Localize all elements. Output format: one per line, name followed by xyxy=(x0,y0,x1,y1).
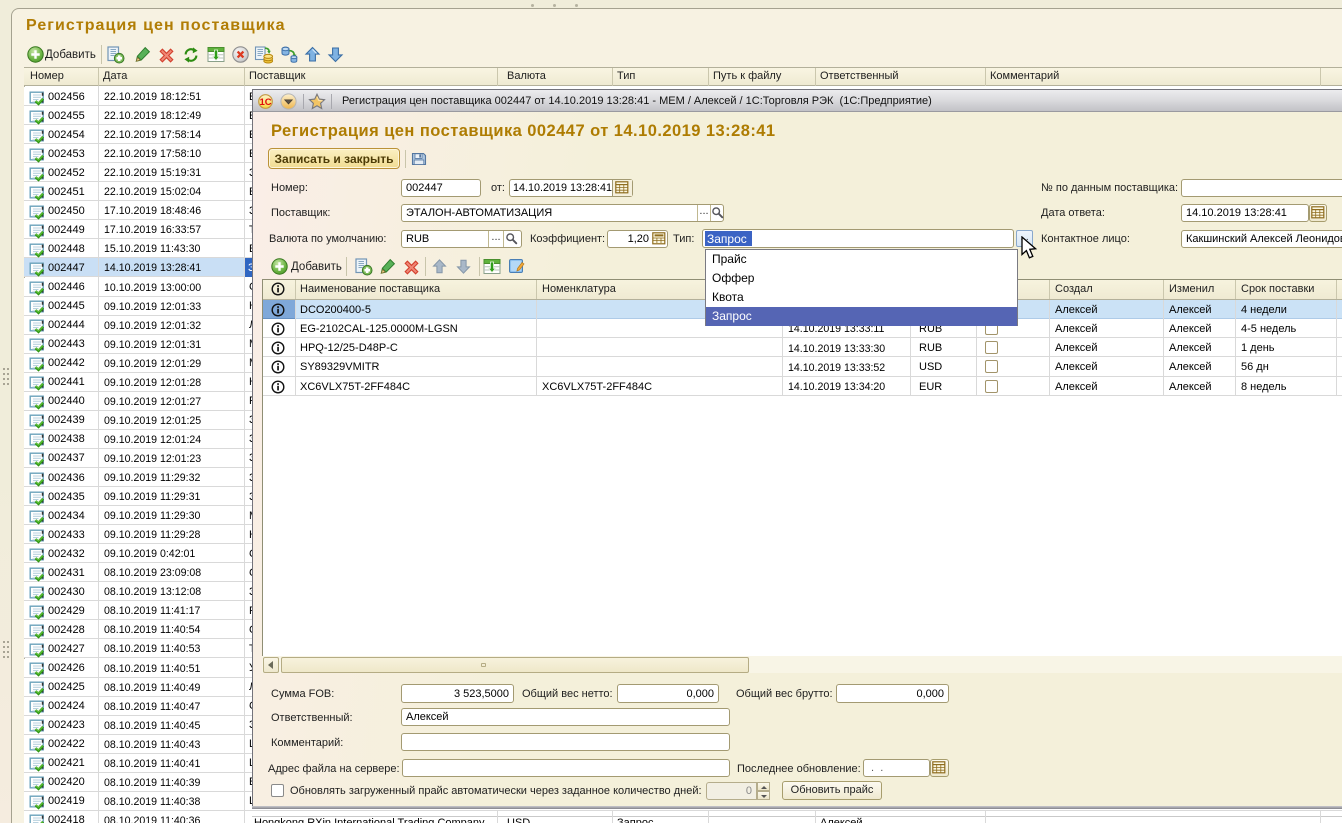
svg-text:1С: 1С xyxy=(260,97,272,108)
